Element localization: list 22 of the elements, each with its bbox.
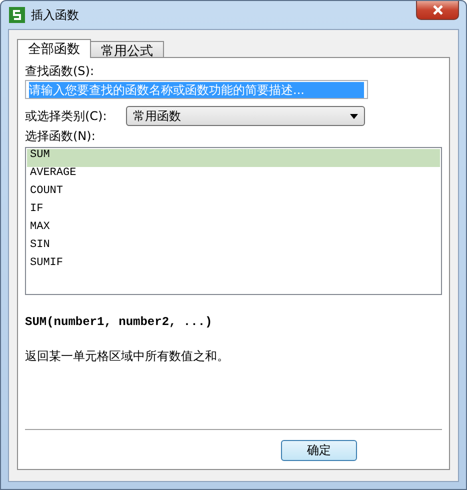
ok-button[interactable]: 确定 bbox=[281, 440, 357, 461]
close-icon bbox=[432, 5, 444, 15]
function-signature: SUM(number1, number2, ...) bbox=[25, 315, 214, 329]
search-field[interactable]: 请输入您要查找的函数名称或函数功能的简要描述... bbox=[25, 80, 368, 99]
function-item[interactable]: SIN bbox=[27, 239, 440, 257]
function-item[interactable]: SUM bbox=[27, 149, 440, 167]
tab[interactable]: 全部函数 bbox=[17, 39, 91, 58]
app-icon bbox=[9, 7, 25, 23]
function-list-label: 选择函数(N): bbox=[25, 129, 96, 144]
function-item[interactable]: SUMIF bbox=[27, 257, 440, 275]
tab[interactable]: 常用公式 bbox=[90, 41, 164, 58]
function-description: 返回某一单元格区域中所有数值之和。 bbox=[25, 348, 230, 365]
close-button[interactable] bbox=[416, 1, 459, 20]
search-label: 查找函数(S): bbox=[25, 64, 96, 79]
window-title: 插入函数 bbox=[31, 6, 79, 24]
function-item[interactable]: IF bbox=[27, 203, 440, 221]
category-label: 或选择类别(C): bbox=[25, 108, 107, 124]
caret-icon bbox=[350, 114, 358, 118]
function-item[interactable]: MAX bbox=[27, 221, 440, 239]
function-item[interactable]: AVERAGE bbox=[27, 167, 440, 185]
function-item[interactable]: COUNT bbox=[27, 185, 440, 203]
category-dropdown[interactable]: 常用函数 bbox=[126, 106, 365, 126]
